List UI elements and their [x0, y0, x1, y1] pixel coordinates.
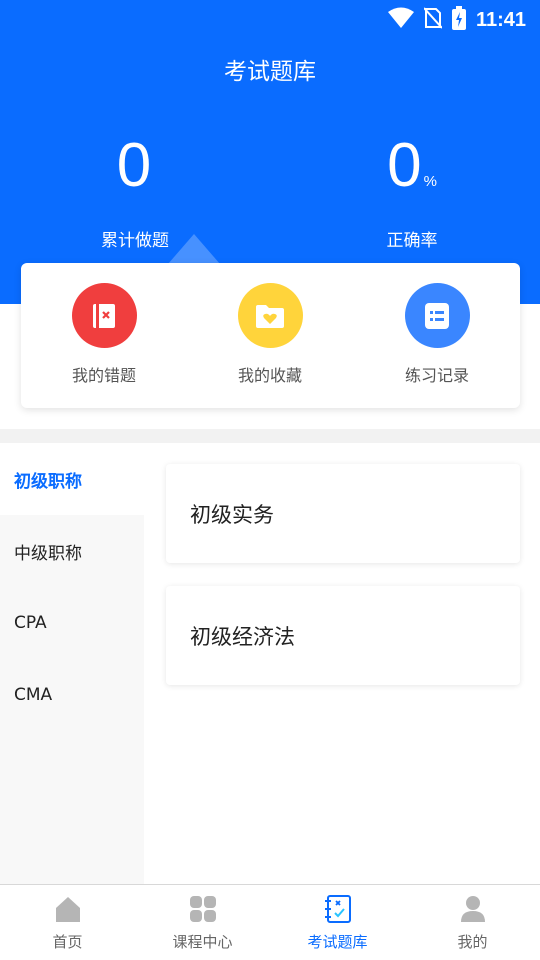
status-bar: 11:41: [0, 0, 540, 36]
grid-icon: [189, 895, 217, 927]
category-sidebar: 初级职称 中级职称 CPA CMA: [0, 443, 144, 884]
quick-action-label: 练习记录: [404, 366, 469, 385]
battery-charging-icon: [451, 6, 466, 34]
stat-label: 正确率: [386, 231, 438, 251]
stat-unit: %: [423, 173, 437, 190]
practice-record-button[interactable]: 练习记录: [367, 283, 507, 386]
section-divider: [0, 429, 540, 443]
tab-label: 课程中心: [172, 933, 233, 951]
quick-actions-card: 我的错题 我的收藏 练习记录: [21, 263, 520, 408]
favorites-button[interactable]: 我的收藏: [200, 283, 340, 386]
quick-action-label: 我的错题: [71, 366, 136, 385]
course-card-practice[interactable]: 初级实务: [166, 464, 520, 563]
tab-profile[interactable]: 我的: [405, 885, 540, 960]
wrong-questions-button[interactable]: 我的错题: [34, 283, 174, 386]
header: 11:41 考试题库 0 累计做题 0% 正确率: [0, 0, 540, 304]
tab-home[interactable]: 首页: [0, 885, 135, 960]
no-sim-icon: [423, 7, 443, 33]
stat-value: 0: [387, 131, 422, 200]
accuracy-stat: 0% 正确率: [312, 128, 512, 251]
quick-action-label: 我的收藏: [237, 366, 302, 385]
tab-label: 我的: [457, 933, 488, 951]
course-card-economic-law[interactable]: 初级经济法: [166, 586, 520, 685]
tab-course-center[interactable]: 课程中心: [135, 885, 270, 960]
sidebar-item-cma[interactable]: CMA: [0, 659, 144, 731]
tab-label: 考试题库: [307, 933, 368, 951]
home-icon: [54, 895, 82, 927]
sidebar-item-cpa[interactable]: CPA: [0, 587, 144, 659]
tab-label: 首页: [52, 933, 83, 951]
page-title: 考试题库: [224, 59, 316, 85]
question-bank-icon: [324, 895, 352, 927]
practice-record-icon: [404, 283, 470, 348]
stat-value: 0: [116, 131, 152, 200]
tab-question-bank[interactable]: 考试题库: [270, 885, 405, 960]
course-list: 初级实务 初级经济法: [144, 443, 540, 884]
bottom-tab-bar: 首页 课程中心 考试题库 我的: [0, 884, 540, 960]
selection-indicator: [168, 234, 220, 264]
total-questions-stat: 0 累计做题: [35, 128, 235, 251]
sidebar-item-junior-title[interactable]: 初级职称: [0, 443, 144, 515]
status-time: 11:41: [475, 8, 526, 31]
wrong-questions-icon: [71, 283, 137, 348]
profile-icon: [459, 895, 487, 927]
wifi-icon: [387, 7, 414, 33]
sidebar-item-intermediate-title[interactable]: 中级职称: [0, 515, 144, 587]
favorites-folder-icon: [237, 283, 303, 348]
